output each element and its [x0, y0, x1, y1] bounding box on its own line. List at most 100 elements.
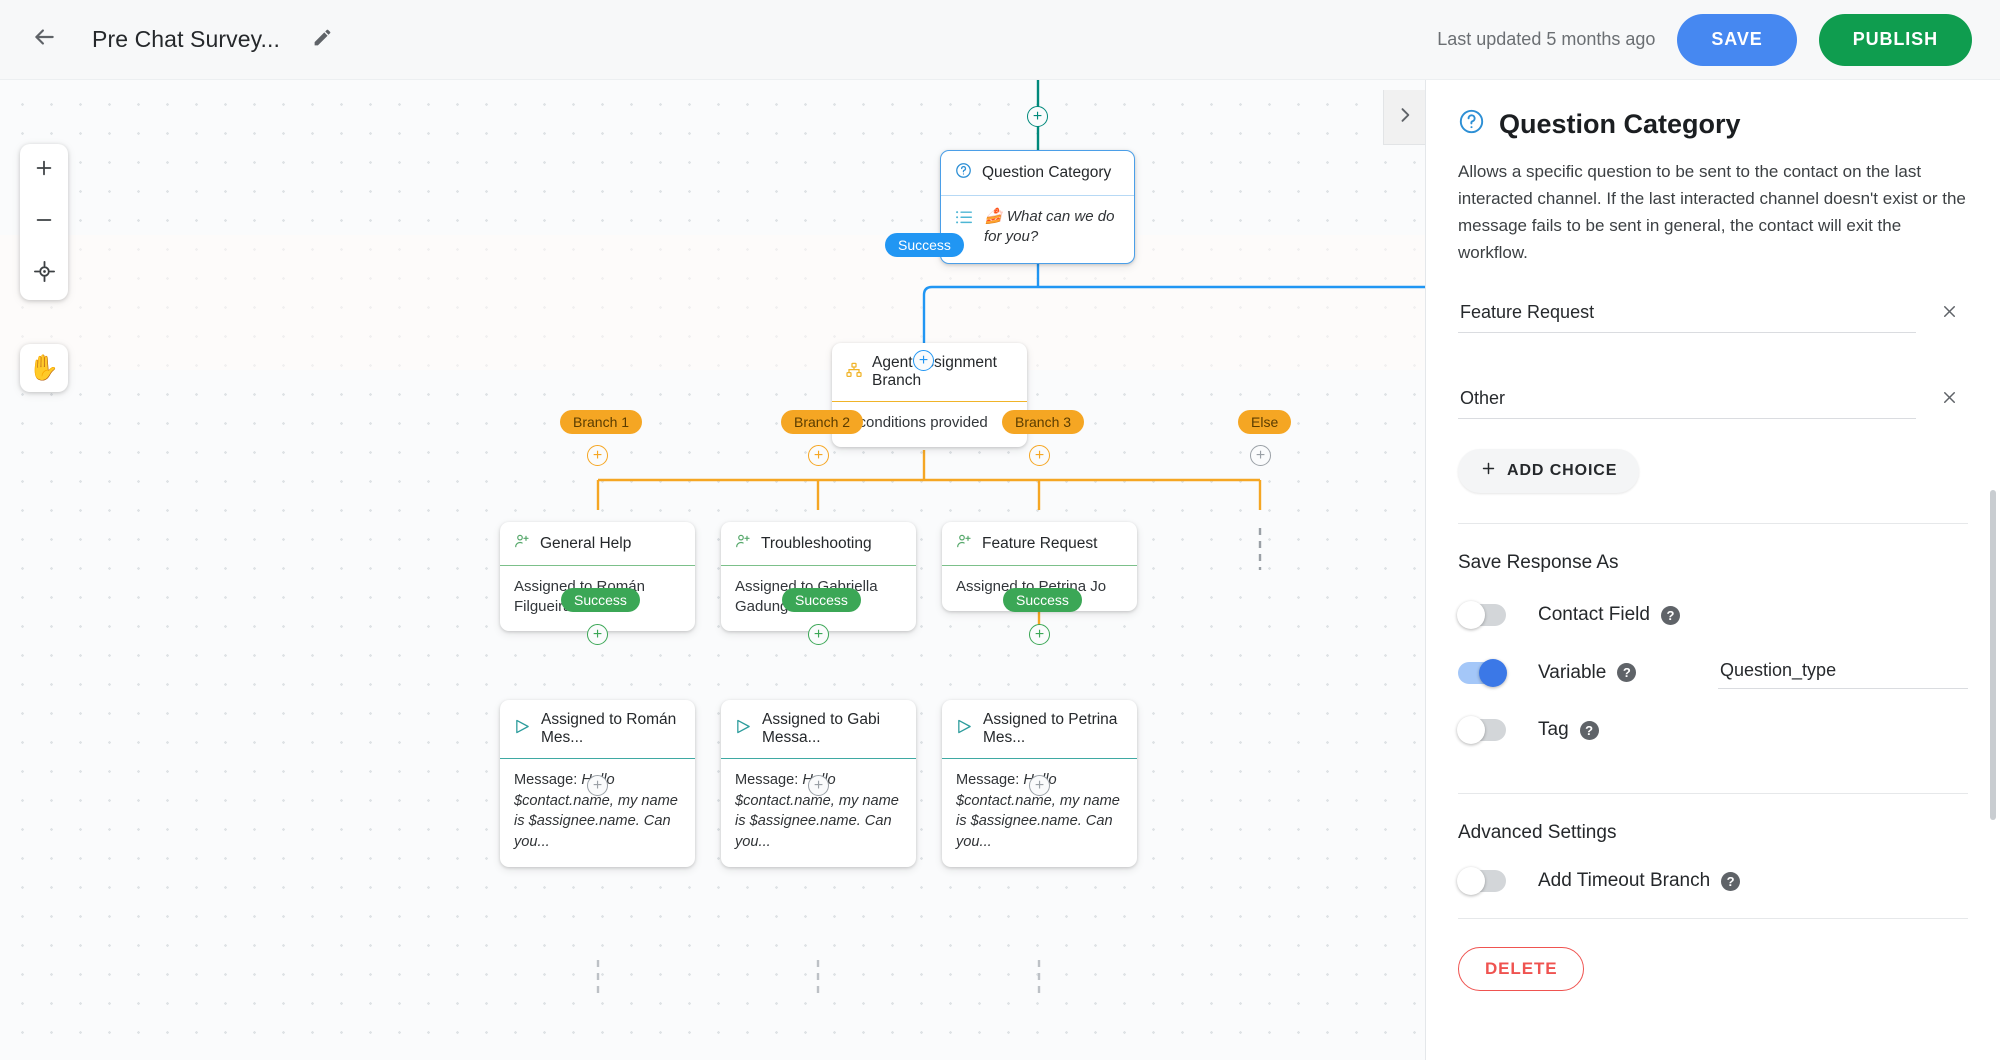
publish-button[interactable]: PUBLISH — [1819, 14, 1972, 66]
zoom-in-button[interactable] — [20, 144, 68, 196]
question-circle-icon — [1458, 108, 1485, 140]
arrow-left-icon — [31, 24, 57, 55]
add-choice-button[interactable]: ADD CHOICE — [1458, 449, 1639, 493]
choice-input-1[interactable] — [1458, 296, 1916, 333]
add-step-plus-branch-3[interactable]: + — [1029, 445, 1050, 466]
message-label: Message: — [514, 772, 577, 788]
node-header: Question Category — [941, 151, 1134, 196]
collapse-panel-button[interactable] — [1383, 90, 1425, 145]
node-assignment-troubleshooting[interactable]: Troubleshooting Assigned to Gabriella Ga… — [721, 522, 916, 631]
close-icon — [1940, 302, 1959, 327]
plus-icon — [1480, 460, 1497, 482]
message-label: Message: — [735, 772, 798, 788]
advanced-settings-heading: Advanced Settings — [1458, 822, 1968, 844]
workflow-canvas[interactable]: ✋ + + + + + + + + + + + + Success Branch… — [0, 80, 1425, 1060]
page-title: Question Category — [1499, 109, 1741, 140]
add-step-plus-end-1[interactable]: + — [587, 775, 608, 796]
node-header: Assigned to Gabi Messa... — [721, 700, 916, 759]
last-updated-text: Last updated 5 months ago — [1437, 29, 1655, 50]
remove-choice-button-1[interactable] — [1930, 295, 1968, 333]
node-title: Question Category — [982, 164, 1111, 182]
canvas-highlight-band — [0, 235, 1425, 370]
tag-toggle[interactable] — [1458, 719, 1506, 741]
question-circle-icon — [955, 162, 972, 184]
pencil-icon — [312, 27, 333, 53]
add-step-plus-success-3[interactable]: + — [1029, 624, 1050, 645]
help-icon[interactable]: ? — [1661, 606, 1680, 625]
variable-name-input[interactable] — [1718, 656, 1968, 689]
pill-success-top[interactable]: Success — [885, 233, 964, 257]
plus-icon — [33, 157, 55, 184]
tag-label: Tag — [1538, 719, 1569, 741]
properties-panel: Question Category Allows a specific ques… — [1425, 80, 2000, 1060]
toggle-row-contact-field: Contact Field ? — [1458, 604, 1968, 626]
pill-branch-2[interactable]: Branch 2 — [781, 410, 863, 434]
add-choice-label: ADD CHOICE — [1507, 462, 1617, 480]
zoom-out-button[interactable] — [20, 196, 68, 248]
add-step-plus-success[interactable]: + — [913, 350, 934, 371]
delete-button[interactable]: DELETE — [1458, 947, 1584, 991]
recenter-button[interactable] — [20, 248, 68, 300]
node-assignment-general-help[interactable]: General Help Assigned to Román Filgueira — [500, 522, 695, 631]
toggle-knob — [1457, 867, 1485, 895]
toggle-knob — [1457, 716, 1485, 744]
contact-field-toggle[interactable] — [1458, 604, 1506, 626]
pan-tool-button[interactable]: ✋ — [20, 344, 68, 392]
message-emoji: 🍰 — [984, 208, 1003, 225]
panel-scroll-area[interactable]: ADD CHOICE Save Response As Contact Fiel… — [1426, 295, 2000, 1060]
variable-toggle[interactable] — [1458, 662, 1506, 684]
add-step-plus-success-1[interactable]: + — [587, 624, 608, 645]
add-step-plus-end-2[interactable]: + — [808, 775, 829, 796]
add-step-plus-branch-2[interactable]: + — [808, 445, 829, 466]
choice-row — [1458, 295, 1968, 333]
add-step-plus-end-3[interactable]: + — [1029, 775, 1050, 796]
node-message: 🍰 What can we do for you? — [984, 207, 1120, 247]
add-timeout-branch-toggle[interactable] — [1458, 870, 1506, 892]
help-icon[interactable]: ? — [1721, 872, 1740, 891]
minus-icon — [33, 209, 55, 236]
toggle-row-tag: Tag ? — [1458, 719, 1968, 741]
panel-scrollbar[interactable] — [1990, 490, 1996, 820]
add-step-plus-success-2[interactable]: + — [808, 624, 829, 645]
pill-branch-1[interactable]: Branch 1 — [560, 410, 642, 434]
add-person-icon — [514, 533, 530, 554]
node-header: Feature Request — [942, 522, 1137, 566]
save-button[interactable]: SAVE — [1677, 14, 1796, 66]
top-bar: Pre Chat Survey... Last updated 5 months… — [0, 0, 2000, 80]
panel-description: Allows a specific question to be sent to… — [1458, 159, 1968, 266]
choice-input-2[interactable] — [1458, 382, 1916, 419]
send-message-icon — [514, 718, 531, 740]
add-step-plus-else[interactable]: + — [1250, 445, 1271, 466]
add-step-plus-top[interactable]: + — [1027, 106, 1048, 127]
panel-header: Question Category Allows a specific ques… — [1426, 80, 2000, 266]
help-icon[interactable]: ? — [1617, 663, 1636, 682]
pill-else[interactable]: Else — [1238, 410, 1291, 434]
message-label: Message: — [956, 772, 1019, 788]
choice-row — [1458, 333, 1968, 419]
message-text: What can we do for you? — [984, 208, 1114, 245]
help-icon[interactable]: ? — [1580, 721, 1599, 740]
add-timeout-branch-label: Add Timeout Branch — [1538, 870, 1710, 892]
pill-success-1[interactable]: Success — [561, 588, 640, 612]
crosshair-target-icon — [33, 260, 56, 288]
pill-success-2[interactable]: Success — [782, 588, 861, 612]
pill-branch-3[interactable]: Branch 3 — [1002, 410, 1084, 434]
edit-title-button[interactable] — [302, 20, 342, 60]
add-step-plus-branch-1[interactable]: + — [587, 445, 608, 466]
node-title: Assigned to Gabi Messa... — [762, 711, 902, 747]
node-question-category[interactable]: Question Category 🍰 What can we do for y… — [940, 150, 1135, 264]
node-title: Assigned to Román Mes... — [541, 711, 681, 747]
pill-success-3[interactable]: Success — [1003, 588, 1082, 612]
node-title: Agent Assignment Branch — [872, 354, 1013, 390]
node-header: General Help — [500, 522, 695, 566]
send-message-icon — [735, 718, 752, 740]
org-chart-icon — [846, 362, 862, 383]
close-icon — [1940, 388, 1959, 413]
panel-title-row: Question Category — [1458, 108, 1968, 140]
back-button[interactable] — [22, 18, 66, 62]
save-response-heading: Save Response As — [1458, 552, 1968, 574]
toggle-row-variable: Variable ? — [1458, 656, 1968, 689]
variable-label: Variable — [1538, 662, 1606, 684]
node-header: Assigned to Román Mes... — [500, 700, 695, 759]
remove-choice-button-2[interactable] — [1930, 381, 1968, 419]
